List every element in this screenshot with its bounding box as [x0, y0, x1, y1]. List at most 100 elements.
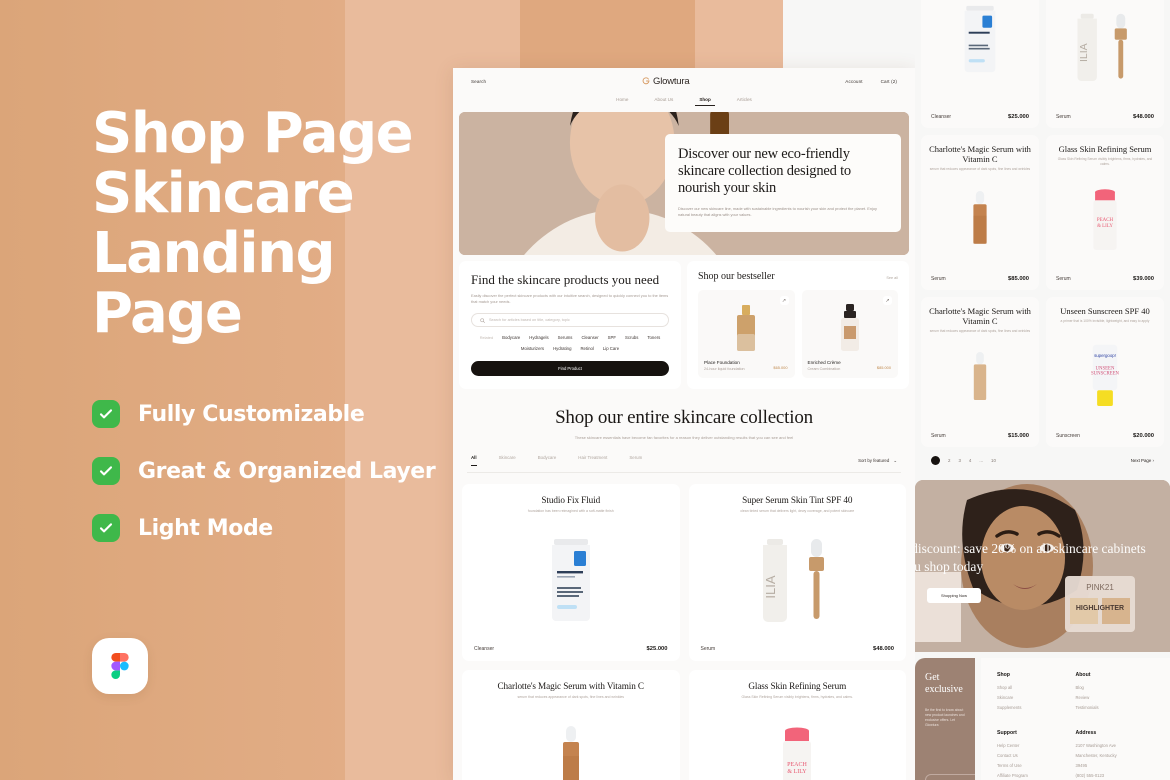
footer-link[interactable]: Affiliate Program — [997, 773, 1076, 778]
find-product-label: Find Product — [558, 366, 582, 372]
see-all-link[interactable]: See all — [886, 276, 898, 280]
find-subtitle: Easily discover the perfect skincare pro… — [471, 293, 669, 304]
glowtura-mark-icon — [642, 77, 650, 85]
product-card[interactable]: Studio Fix Fluid foundation has been rei… — [462, 484, 680, 661]
svg-text:ILIA: ILIA — [763, 575, 778, 598]
product-category: Cleanser — [474, 646, 495, 652]
product-name: Glass Skin Refining Serum — [748, 681, 847, 691]
product-price: $48.000 — [1133, 114, 1154, 120]
page-ellipsis: ... — [979, 458, 984, 463]
product-card[interactable]: Glass Skin Refining Serum Glass Skin Ref… — [688, 670, 906, 780]
footer-link[interactable]: Blog — [1076, 685, 1155, 690]
footer-link[interactable]: Supplements — [997, 705, 1076, 710]
figma-icon — [92, 638, 148, 694]
bestseller-card[interactable]: ↗ Place Foundation 24-hour liquid founda… — [698, 290, 795, 378]
tag-toners[interactable]: Toners — [647, 335, 660, 340]
svg-text:& LILY: & LILY — [1097, 224, 1113, 229]
search-input[interactable]: Search for articles based on title, cate… — [471, 313, 669, 328]
nav-item-about[interactable]: About Us — [654, 97, 673, 102]
product-name: Glass Skin Refining Serum — [1058, 144, 1152, 154]
brand-logo[interactable]: Glowtura — [642, 76, 690, 87]
tag-scrubs[interactable]: Scrubs — [625, 335, 638, 340]
tag-serums[interactable]: Serums — [558, 335, 573, 340]
newsletter-email-input[interactable]: ↗ — [925, 774, 975, 780]
product-price: $15.000 — [1008, 433, 1029, 439]
nav-item-home[interactable]: Home — [616, 97, 628, 102]
tab-serum[interactable]: Serum — [629, 455, 642, 466]
svg-text:PEACH: PEACH — [1097, 218, 1114, 223]
nav-item-shop[interactable]: Shop — [695, 97, 716, 106]
tag-moisturizers[interactable]: Moisturizers — [521, 346, 544, 351]
feature-list: Fully Customizable Great & Organized Lay… — [92, 400, 436, 542]
tab-bodycare[interactable]: Bodycare — [538, 455, 557, 466]
product-card[interactable]: Charlotte's Magic Serum with Vitamin C s… — [462, 670, 680, 780]
footer-link[interactable]: Contact Us — [997, 753, 1076, 758]
svg-text:& LILY: & LILY — [788, 769, 808, 775]
product-grid-detail-bottom: Charlotte's Magic Serum with Vitamin C s… — [915, 297, 1170, 447]
nav-item-articles[interactable]: Articles — [737, 97, 752, 102]
next-page-button[interactable]: Next Page › — [1131, 458, 1154, 463]
product-name: Unseen Sunscreen SPF 40 — [1060, 306, 1150, 316]
page-3[interactable]: 3 — [958, 458, 960, 463]
feature-item: Light Mode — [92, 514, 422, 542]
product-card[interactable]: Charlotte's Magic Serum with Vitamin C s… — [921, 135, 1039, 290]
tag-bodycare[interactable]: Bodycare — [502, 335, 520, 340]
arrow-up-right-icon[interactable]: ↗ — [779, 296, 789, 305]
sort-label: Sort by featured — [858, 458, 890, 463]
find-and-bestseller-row: Find the skincare products you need Easi… — [459, 261, 909, 389]
search-link[interactable]: Search — [471, 79, 486, 84]
tag-retinol[interactable]: Retinol — [580, 346, 593, 351]
tag-hydrating[interactable]: Hydrating — [553, 346, 571, 351]
footer-link[interactable]: Testimonials — [1076, 705, 1155, 710]
product-name: Charlotte's Magic Serum with Vitamin C — [497, 681, 645, 691]
page-4[interactable]: 4 — [969, 458, 971, 463]
footer-column-about: About Blog Review Testimonials — [1076, 672, 1155, 710]
sort-dropdown[interactable]: Sort by featured ⌄ — [858, 458, 897, 464]
product-price: $39.000 — [1133, 276, 1154, 282]
tab-all[interactable]: All — [471, 455, 477, 466]
promo-banner: PINK21 HIGHLIGHTER Special discount: sav… — [915, 480, 1170, 652]
page-2[interactable]: 2 — [948, 458, 950, 463]
product-category: Cleanser — [931, 114, 952, 120]
product-category: Sunscreen — [1056, 433, 1080, 439]
product-card[interactable]: Super Serum Skin Tint SPF 40 clean tinte… — [688, 484, 906, 661]
tag-cleanser[interactable]: Cleanser — [581, 335, 598, 340]
bestseller-card[interactable]: ↗ Enriched Crème Cream Combination $85.0… — [801, 290, 898, 378]
page-current[interactable] — [931, 456, 940, 465]
footer-link[interactable]: Skincare — [997, 695, 1076, 700]
find-product-button[interactable]: Find Product — [471, 361, 669, 377]
footer-address-line: Manchester, Kentucky — [1075, 753, 1117, 758]
tag-lip-care[interactable]: Lip Care — [603, 346, 619, 351]
footer-link[interactable]: Review — [1076, 695, 1155, 700]
tab-skincare[interactable]: Skincare — [499, 455, 516, 466]
arrow-up-right-icon[interactable]: ↗ — [883, 296, 892, 305]
page-10[interactable]: 10 — [991, 458, 996, 463]
product-image: ILIA — [1054, 0, 1156, 114]
product-card[interactable]: Super Serum Skin Tint SPF 40 clean tinte… — [1046, 0, 1164, 128]
check-icon — [92, 514, 120, 542]
footer-phone[interactable]: (802) 555-0123 — [1076, 773, 1155, 778]
tab-hair-treatment[interactable]: Hair Treatment — [578, 455, 607, 466]
product-card[interactable]: Glass Skin Refining Serum Glass Skin Ref… — [1046, 135, 1164, 290]
search-icon — [480, 318, 485, 323]
feature-item: Great & Organized Layer — [92, 457, 436, 485]
chevron-down-icon: ⌄ — [893, 457, 897, 463]
product-price: $85.000 — [1008, 276, 1029, 282]
product-card[interactable]: Studio Fix Fluid foundation has been rei… — [921, 0, 1039, 128]
product-image: ILIA — [699, 513, 897, 646]
feature-label: Great & Organized Layer — [138, 458, 436, 484]
cart-link[interactable]: Cart (2) — [881, 79, 897, 84]
shopping-now-button[interactable]: Shopping Now — [927, 588, 981, 603]
product-category: Serum — [1056, 276, 1071, 282]
product-category: Serum — [700, 646, 716, 652]
footer-link[interactable]: Terms of Use — [997, 763, 1076, 768]
account-link[interactable]: Account — [845, 79, 862, 84]
product-card[interactable]: Charlotte's Magic Serum with Vitamin C s… — [921, 297, 1039, 447]
product-card[interactable]: Unseen Sunscreen SPF 40 a primer that is… — [1046, 297, 1164, 447]
newsletter-card: Get exclusive Be the first to know about… — [915, 658, 975, 780]
footer-link[interactable]: Help Center — [997, 743, 1076, 748]
tag-spf[interactable]: SPF — [608, 335, 616, 340]
tag-hydragels[interactable]: Hydragels — [529, 335, 548, 340]
footer-link[interactable]: Shop all — [997, 685, 1076, 690]
title-line-3: Landing Page — [92, 221, 336, 346]
